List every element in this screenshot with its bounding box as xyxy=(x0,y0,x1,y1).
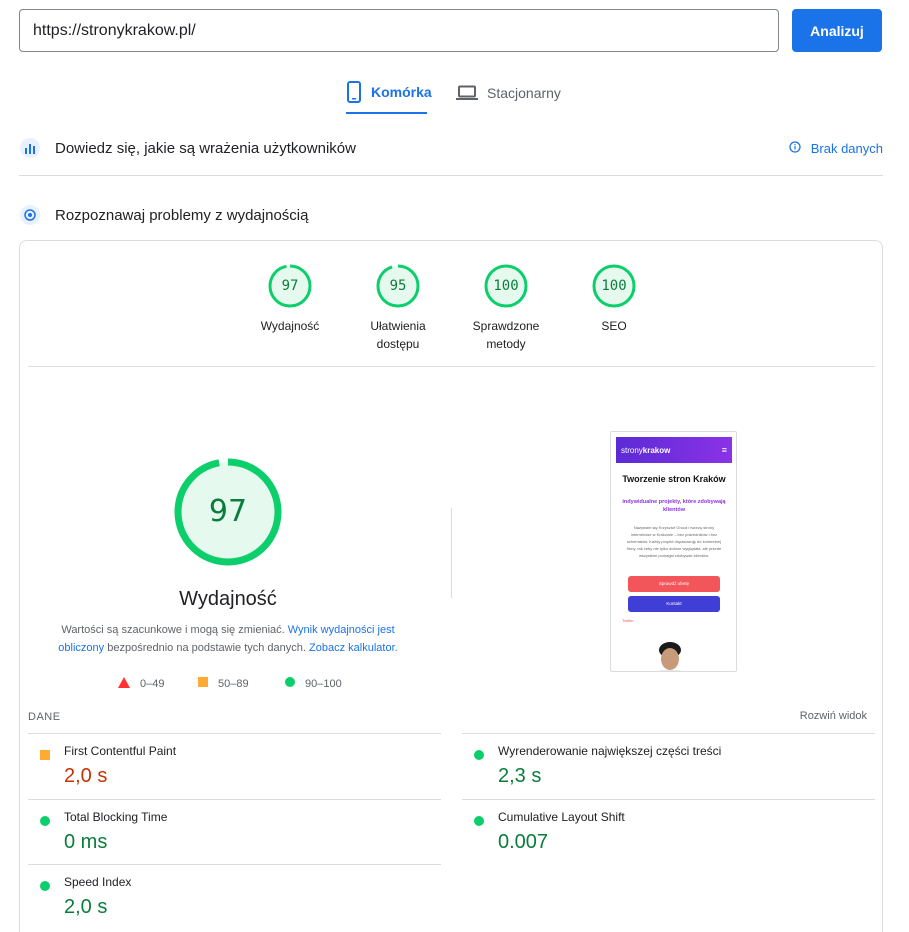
circle-icon xyxy=(40,878,50,896)
results-card: 97 Wydajność 95 Ułatwienia dostępu 100 S… xyxy=(19,240,883,932)
metric-value: 0.007 xyxy=(498,831,549,853)
field-data-section: Dowiedz się, jakie są wrażenia użytkowni… xyxy=(19,134,883,162)
metric-name: First Contentful Paint xyxy=(64,744,177,758)
section-divider xyxy=(19,175,883,176)
metric-cls: Cumulative Layout Shift 0.007 xyxy=(462,799,875,865)
info-icon xyxy=(789,140,801,156)
field-data-icon xyxy=(19,137,41,159)
portrait-image xyxy=(658,642,682,671)
vertical-divider xyxy=(451,508,452,598)
gauge-score: 100 xyxy=(493,278,519,294)
laptop-icon xyxy=(456,85,478,101)
legend-fail: 0–49 xyxy=(118,677,164,691)
metric-tbt: Total Blocking Time 0 ms xyxy=(28,799,441,865)
screenshot-title: Tworzenie stron Kraków xyxy=(622,474,726,484)
score-legend: 0–49 50–89 90–100 xyxy=(118,677,358,691)
lab-data-section: Rozpoznawaj problemy z wydajnością xyxy=(19,201,883,229)
desc-text: bezpośrednio na podstawie tych danych. xyxy=(107,642,306,654)
legend-label: 0–49 xyxy=(140,678,165,690)
card-divider xyxy=(28,366,875,367)
desc-text: Wartości są szacunkowe i mogą się zmieni… xyxy=(61,624,285,636)
gauge-best-practices[interactable]: 100 Sprawdzone metody xyxy=(461,263,551,353)
tab-mobile-label: Komórka xyxy=(371,84,432,100)
no-data-link[interactable]: Brak danych xyxy=(789,134,883,162)
gauge-label: Wydajność xyxy=(260,319,320,333)
analyze-button[interactable]: Analizuj xyxy=(792,9,882,52)
gauge-score: 95 xyxy=(389,278,407,294)
screenshot-logo: stronykrakow xyxy=(621,445,671,455)
lab-data-title: Rozpoznawaj problemy z wydajnością xyxy=(55,206,309,224)
metric-speed-index: Speed Index 2,0 s xyxy=(28,864,441,930)
metric-value: 0 ms xyxy=(64,831,108,853)
category-gauges: 97 Wydajność 95 Ułatwienia dostępu 100 S… xyxy=(20,263,884,363)
metric-value: 2,0 s xyxy=(64,765,108,787)
square-icon xyxy=(198,677,208,690)
gauge-label: SEO xyxy=(601,319,627,333)
field-data-title: Dowiedz się, jakie są wrażenia użytkowni… xyxy=(55,139,356,157)
gauge-accessibility[interactable]: 95 Ułatwienia dostępu xyxy=(353,263,443,353)
legend-label: 50–89 xyxy=(218,677,249,690)
gauge-score: 100 xyxy=(601,278,627,294)
calculator-link[interactable]: Zobacz kalkulator. xyxy=(309,642,398,654)
legend-label: 90–100 xyxy=(305,677,342,690)
circle-icon xyxy=(474,813,484,831)
url-input[interactable] xyxy=(19,9,779,52)
square-icon xyxy=(40,747,50,765)
expand-view-button[interactable]: Rozwiń widok xyxy=(800,710,867,722)
lab-data-icon xyxy=(19,204,41,226)
performance-description: Wartości są szacunkowe i mogą się zmieni… xyxy=(53,621,403,657)
screenshot-button-offer: Sprawdź ofertę xyxy=(628,576,720,592)
metric-fcp: First Contentful Paint 2,0 s xyxy=(28,733,441,799)
gauge-performance[interactable]: 97 Wydajność xyxy=(245,263,335,335)
triangle-icon xyxy=(118,677,130,691)
circle-icon xyxy=(285,677,295,690)
tab-desktop-label: Stacjonarny xyxy=(487,85,561,101)
legend-pass: 90–100 xyxy=(285,677,342,690)
performance-label: Wydajność xyxy=(179,588,277,610)
circle-icon xyxy=(474,747,484,765)
screenshot-header: stronykrakow ≡ xyxy=(616,437,732,463)
metric-name: Cumulative Layout Shift xyxy=(498,810,625,824)
performance-score: 97 xyxy=(208,494,248,529)
hamburger-icon: ≡ xyxy=(721,445,727,455)
metric-lcp: Wyrenderowanie największej części treści… xyxy=(462,733,875,799)
screenshot-text: Nazywam się Krzysztof Gruca i tworzę str… xyxy=(626,525,722,558)
screenshot-subtitle: indywidualne projekty, które zdobywają k… xyxy=(622,499,726,513)
legend-average: 50–89 xyxy=(198,677,249,690)
gauge-score: 97 xyxy=(281,278,299,294)
device-tabs: Komórka Stacjonarny xyxy=(0,72,909,114)
no-data-label: Brak danych xyxy=(810,140,883,156)
metric-value: 2,0 s xyxy=(64,896,108,918)
gauge-label: Ułatwienia dostępu xyxy=(370,319,426,351)
metric-name: Total Blocking Time xyxy=(64,810,168,824)
metric-name: Wyrenderowanie największej części treści xyxy=(498,744,722,758)
tab-desktop[interactable]: Stacjonarny xyxy=(456,72,566,114)
tab-mobile[interactable]: Komórka xyxy=(346,72,432,114)
gauge-label: Sprawdzone metody xyxy=(472,319,540,351)
metric-value: 2,3 s xyxy=(498,765,542,787)
page-screenshot: stronykrakow ≡ Tworzenie stron Kraków in… xyxy=(610,431,737,672)
screenshot-button-contact: Kontakt xyxy=(628,596,720,612)
gauge-seo[interactable]: 100 SEO xyxy=(569,263,659,335)
phone-icon xyxy=(346,81,362,103)
metric-name: Speed Index xyxy=(64,875,132,889)
circle-icon xyxy=(40,813,50,831)
screenshot-link: Twitter xyxy=(622,618,634,623)
data-heading: DANE xyxy=(28,711,61,723)
